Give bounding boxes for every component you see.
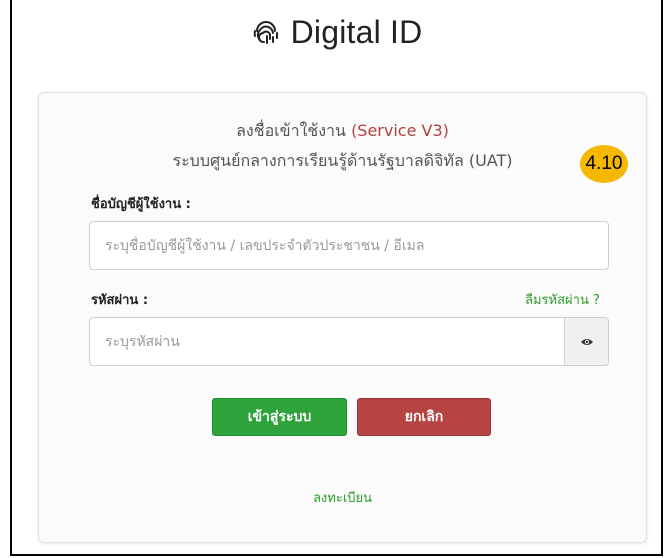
username-input[interactable]: ระบุชื่อบัญชีผู้ใช้งาน / เลขประจำตัวประช… [89,221,609,270]
password-label: รหัสผ่าน : [91,293,149,308]
show-password-button[interactable] [565,317,609,366]
username-placeholder: ระบุชื่อบัญชีผู้ใช้งาน / เลขประจำตัวประช… [105,237,425,254]
password-input[interactable]: ระบุรหัสผ่าน [89,317,565,366]
forgot-password-link[interactable]: ลืมรหัสผ่าน ? [525,289,600,310]
app-title: Digital ID [290,14,423,50]
login-heading: ลงชื่อเข้าใช้งาน (Service V3) [39,119,646,144]
cancel-button[interactable]: ยกเลิก [357,398,491,436]
login-heading-text: ลงชื่อเข้าใช้งาน [236,121,352,140]
username-label: ชื่อบัญชีผู้ใช้งาน : [91,197,191,212]
login-button[interactable]: เข้าสู่ระบบ [212,398,347,436]
service-version: (Service V3) [351,121,449,140]
login-card: ลงชื่อเข้าใช้งาน (Service V3) ระบบศูนย์ก… [38,92,647,543]
password-placeholder: ระบุรหัสผ่าน [105,333,180,350]
eye-icon [580,332,594,351]
brand-header: Digital ID [12,14,661,51]
page-frame: Digital ID ลงชื่อเข้าใช้งาน (Service V3)… [10,0,663,556]
system-name: ระบบศูนย์กลางการเรียนรู้ด้านรัฐบาลดิจิทั… [172,151,513,170]
register-link[interactable]: ลงทะเบียน [39,487,646,508]
version-badge: 4.10 [580,145,628,183]
fingerprint-icon [251,18,281,48]
